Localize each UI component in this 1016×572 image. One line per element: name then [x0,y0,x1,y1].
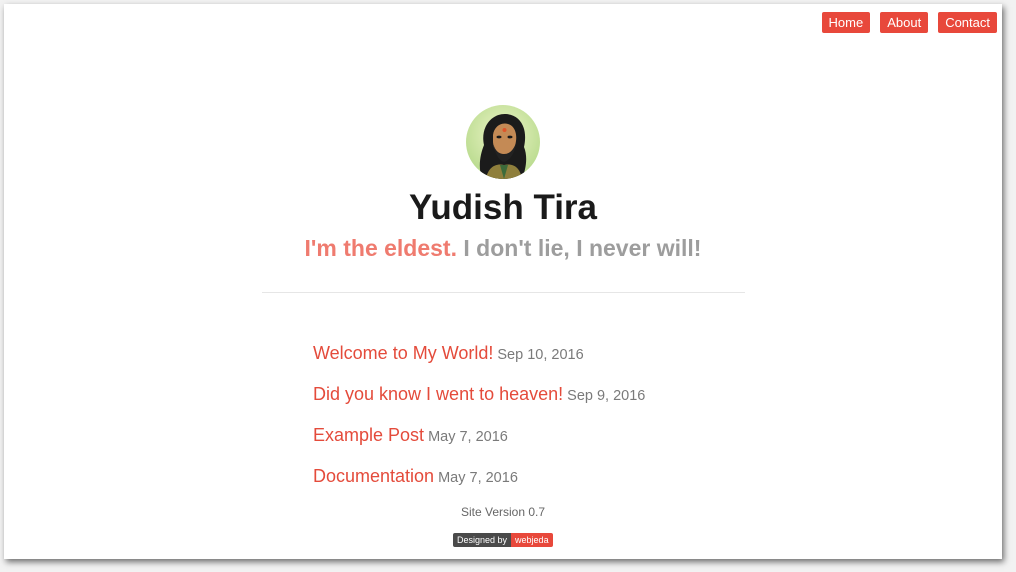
nav-home-button[interactable]: Home [821,12,871,33]
tagline: I'm the eldest. I don't lie, I never wil… [4,233,1002,263]
post-link[interactable]: Welcome to My World! [313,343,493,363]
list-item: Welcome to My World! Sep 10, 2016 [313,340,645,381]
page-title: Yudish Tira [408,188,598,227]
designed-by-badge[interactable]: Designed by webjeda [453,533,553,547]
post-link[interactable]: Example Post [313,425,424,445]
list-item: Documentation May 7, 2016 [313,463,645,504]
list-item: Did you know I went to heaven! Sep 9, 201… [313,381,645,422]
post-date: Sep 9, 2016 [567,388,646,404]
post-list: Welcome to My World! Sep 10, 2016 Did you… [313,340,645,504]
post-date: Sep 10, 2016 [497,347,584,363]
nav-contact-button[interactable]: Contact [938,12,997,33]
avatar [466,105,540,179]
site-version: Site Version 0.7 [460,505,546,519]
tagline-rest: I don't lie, I never will! [463,235,702,261]
badge-right-label: webjeda [511,533,553,547]
post-link[interactable]: Documentation [313,466,434,486]
badge-left-label: Designed by [453,533,512,547]
list-item: Example Post May 7, 2016 [313,422,645,463]
nav-about-button[interactable]: About [880,12,929,33]
page: Home About Contact Yudish Tira I'm the e… [4,4,1002,559]
post-link[interactable]: Did you know I went to heaven! [313,384,563,404]
avatar-portrait-icon [466,105,540,179]
tagline-highlight: I'm the eldest. [304,235,457,261]
divider [262,292,745,293]
post-date: May 7, 2016 [428,429,508,445]
post-date: May 7, 2016 [438,470,518,486]
top-nav: Home About Contact [821,12,997,33]
